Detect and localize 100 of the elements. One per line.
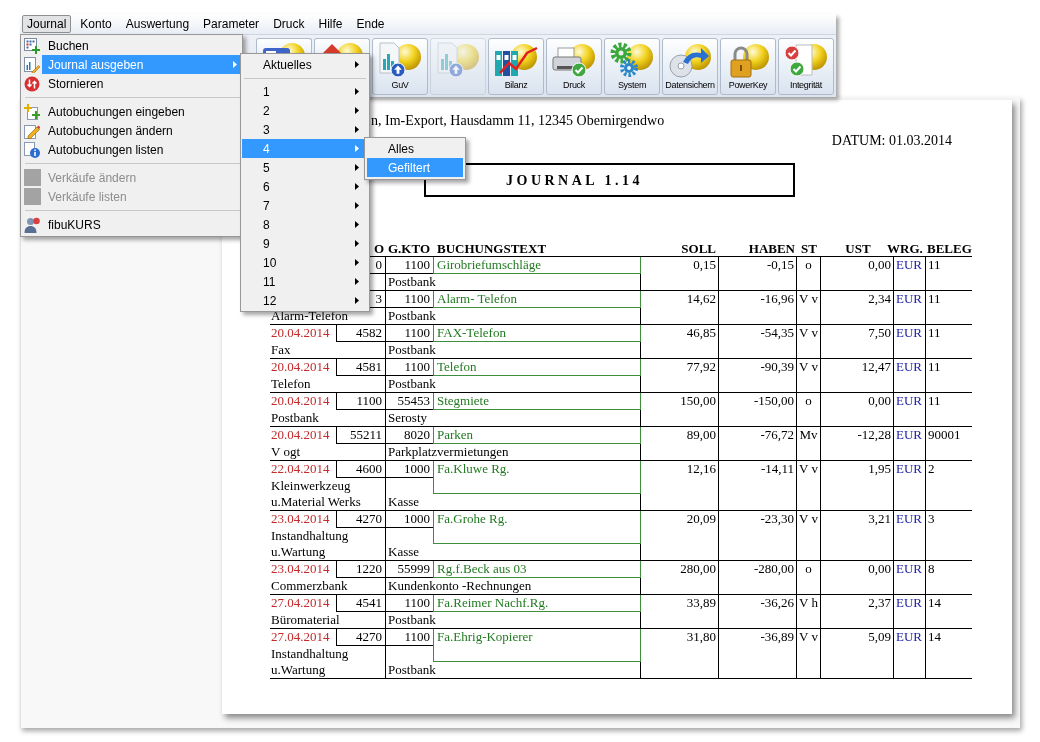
voucher-number: 11 — [928, 291, 941, 306]
column-header: BELEG — [927, 241, 972, 256]
voucher-number: 90001 — [928, 427, 961, 442]
menu-item[interactable]: Autobuchungen eingeben — [42, 102, 241, 121]
contra-account-number: 1100 — [404, 595, 430, 610]
debit-amount: 89,00 — [686, 427, 716, 442]
gears-icon — [610, 42, 654, 78]
menu-bar-item[interactable]: Ende — [351, 15, 390, 33]
menu-item[interactable]: 8 — [242, 215, 368, 234]
booking-text: Stegmiete — [437, 393, 489, 408]
tax-code: V v — [799, 511, 818, 526]
menu-item[interactable]: 3 — [242, 120, 368, 139]
tax-amount: 2,37 — [868, 595, 891, 610]
menu-item[interactable]: Aktuelles — [242, 55, 368, 74]
account-number: 0 — [375, 257, 382, 272]
account-name: Büromaterial — [271, 612, 340, 627]
chart-arrow-icon — [436, 42, 480, 78]
voucher-number: 11 — [928, 359, 941, 374]
currency-code: EUR — [896, 595, 922, 610]
menu-bar-item[interactable]: Druck — [268, 15, 310, 33]
toolbar-button[interactable]: PowerKey — [720, 38, 776, 95]
booking-date: 23.04.2014 — [271, 511, 330, 526]
menu-bar-item[interactable]: Auswertung — [120, 15, 195, 33]
account-name: Fax — [271, 342, 291, 357]
chart-arrow-icon — [378, 42, 422, 78]
menu-bar-item[interactable]: Hilfe — [313, 15, 348, 33]
tax-amount: -12,28 — [857, 427, 891, 442]
toolbar-button[interactable]: Druck — [546, 38, 602, 95]
debit-amount: 14,62 — [686, 291, 716, 306]
credit-amount: -14,11 — [760, 461, 794, 476]
currency-code: EUR — [896, 359, 922, 374]
credit-amount: -23,30 — [760, 511, 794, 526]
menu-bar-item[interactable]: Parameter — [198, 15, 265, 33]
account-number: 4270 — [356, 511, 382, 526]
contra-account-number: 55999 — [397, 561, 430, 576]
menu-item[interactable]: 7 — [242, 196, 368, 215]
debit-amount: 20,09 — [686, 511, 716, 526]
debit-amount: 0,15 — [693, 257, 716, 272]
toolbar-button[interactable] — [314, 38, 370, 53]
voucher-number: 11 — [928, 325, 941, 340]
tax-amount: 12,47 — [861, 359, 891, 374]
menu-item[interactable]: 6 — [242, 177, 368, 196]
tax-code: V v — [799, 325, 818, 340]
menu-item[interactable]: Alles — [367, 139, 463, 158]
contra-account-name: Parkplatzvermietungen — [388, 444, 509, 459]
toolbar-button[interactable]: Bilanz — [488, 38, 544, 95]
check-circles-icon — [784, 42, 828, 78]
contra-account-name: Postbank — [388, 342, 436, 357]
binders-chart-icon — [494, 42, 538, 78]
disc-arrow-icon — [668, 42, 712, 78]
account-name: Kleinwerkzeug u.Material Werks — [271, 478, 361, 509]
credit-amount: -36,89 — [760, 629, 794, 644]
credit-amount: -0,15 — [766, 257, 794, 272]
menu-bar-item[interactable]: Konto — [75, 15, 117, 33]
menu-item[interactable]: 9 — [242, 234, 368, 253]
contra-account-name: Serosty — [388, 410, 427, 425]
toolbar-button[interactable]: Datensichern — [662, 38, 718, 95]
account-name: V ogt — [271, 444, 300, 459]
contra-account-number: 1000 — [404, 461, 430, 476]
account-name: Instandhaltung u.Wartung — [271, 528, 349, 559]
menu-item[interactable]: 12 — [242, 291, 368, 310]
menu-item[interactable]: fibuKURS — [42, 215, 241, 234]
menu-item[interactable]: Autobuchungen listen — [42, 140, 241, 159]
column-header: ST — [801, 241, 817, 256]
booking-text: Fa.Ehrig-Kopierer — [437, 629, 533, 644]
contra-account-name: Postbank — [388, 274, 436, 289]
printer-icon — [552, 42, 596, 78]
booking-text: Rg.f.Beck aus 03 — [437, 561, 527, 576]
menu-item[interactable]: 5 — [242, 158, 368, 177]
menu-item[interactable]: 11 — [242, 272, 368, 291]
toolbar-button[interactable]: System — [604, 38, 660, 95]
account-number: 4581 — [356, 359, 382, 374]
contra-account-number: 1000 — [404, 511, 430, 526]
column-header: BUCHUNGSTEXT — [437, 241, 547, 256]
menu-item[interactable]: Autobuchungen ändern — [42, 121, 241, 140]
toolbar-button[interactable]: Integrität — [778, 38, 834, 95]
credit-amount: -16,96 — [760, 291, 794, 306]
menu-item[interactable]: 10 — [242, 253, 368, 272]
contra-account-name: Postbank — [388, 376, 436, 391]
column-header: O — [373, 241, 384, 256]
toolbar-button[interactable] — [256, 38, 312, 53]
contra-account-name: Postbank — [388, 612, 436, 627]
date-text: DATUM: 01.03.2014 — [831, 133, 952, 149]
tax-code: o — [805, 257, 812, 272]
account-number: 4541 — [356, 595, 382, 610]
menu-bar-item[interactable]: Journal — [22, 15, 72, 33]
voucher-number: 3 — [928, 511, 935, 526]
column-header: SOLL — [681, 241, 716, 256]
contra-account-name: Kasse — [388, 544, 420, 559]
tax-code: V v — [799, 461, 818, 476]
tax-amount: 7,50 — [868, 325, 891, 340]
menu-item[interactable]: Stornieren — [42, 74, 241, 93]
tax-amount: 0,00 — [868, 393, 891, 408]
column-header: G.KTO — [388, 241, 431, 256]
menu-item[interactable]: 2 — [242, 101, 368, 120]
booking-text: Telefon — [437, 359, 477, 374]
menu-item[interactable]: Buchen — [42, 36, 241, 55]
menu-item[interactable]: 1 — [242, 82, 368, 101]
toolbar-button[interactable]: GuV — [372, 38, 428, 95]
account-number: 55211 — [349, 427, 382, 442]
